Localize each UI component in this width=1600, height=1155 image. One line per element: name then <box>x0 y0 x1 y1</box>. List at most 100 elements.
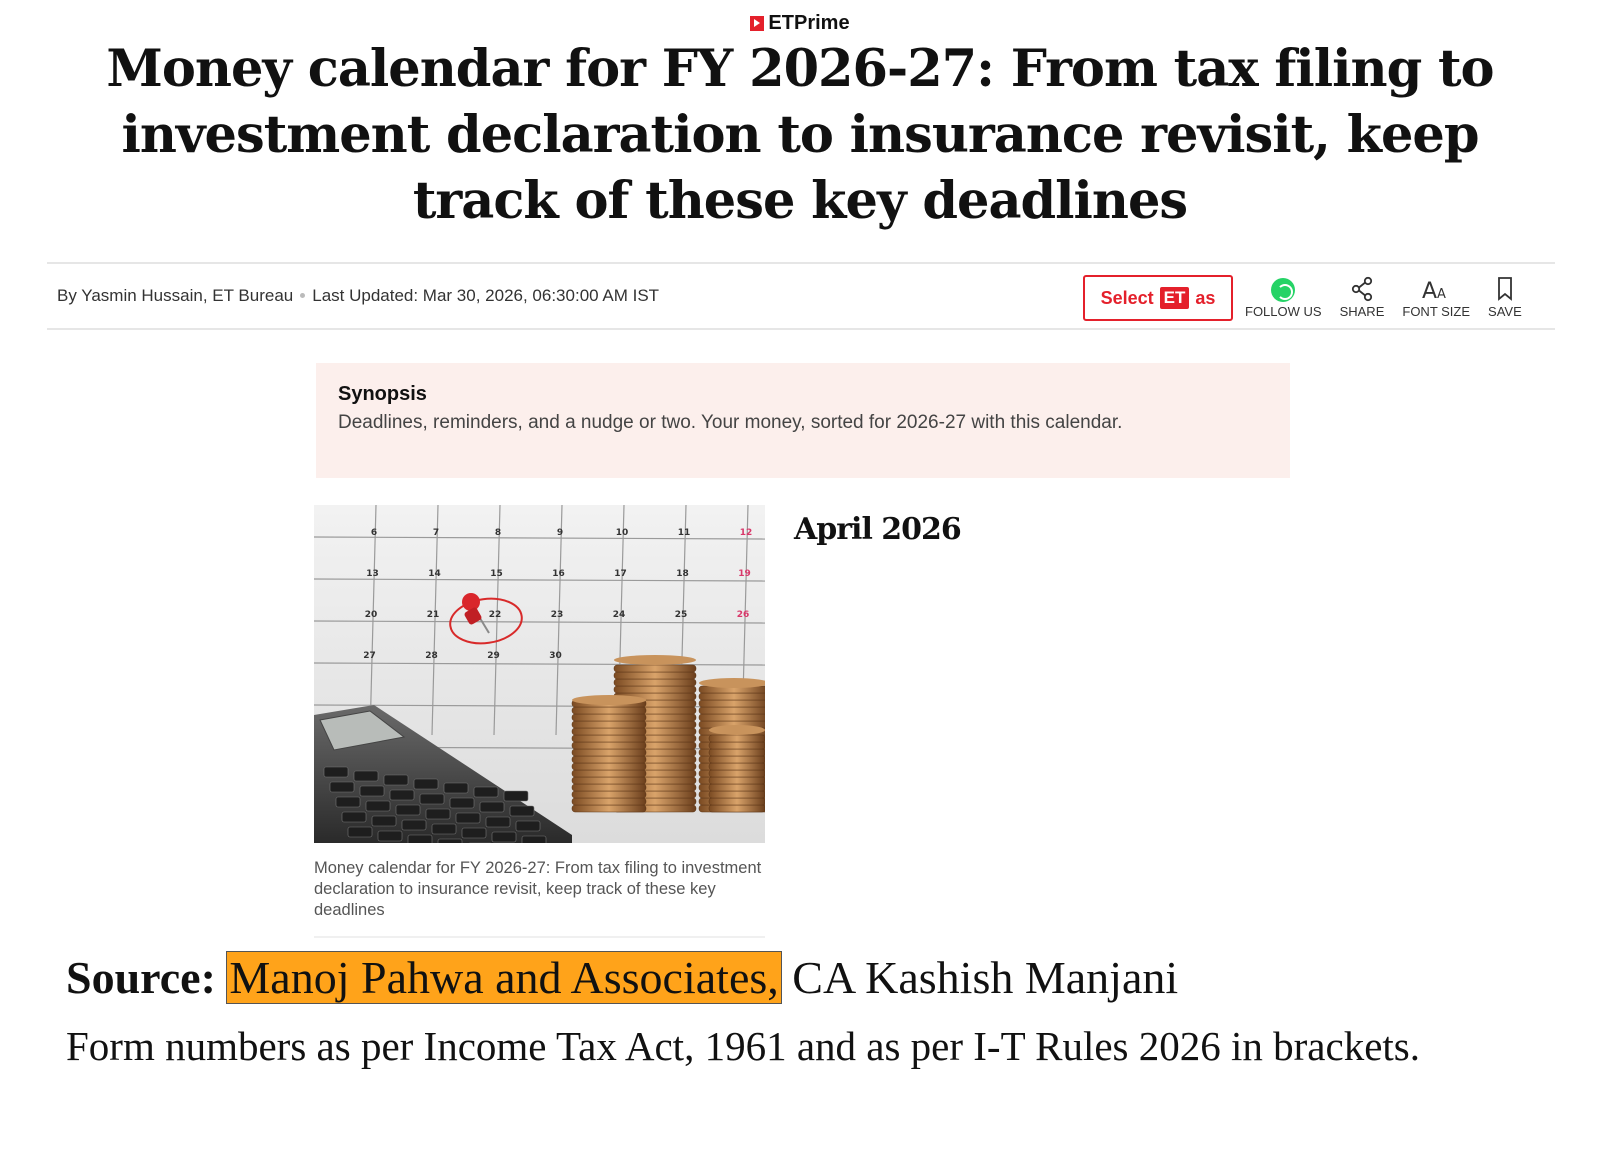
calculator-key <box>323 766 349 778</box>
coin <box>613 671 697 680</box>
calendar-day: 10 <box>616 528 629 538</box>
font-size-icon: A A <box>1421 270 1451 302</box>
select-suffix: as <box>1195 287 1216 308</box>
coin <box>571 762 647 771</box>
coin <box>571 720 647 729</box>
calculator-key <box>425 808 451 820</box>
follow-us-button[interactable]: FOLLOW US <box>1245 270 1322 319</box>
select-label: Select <box>1100 287 1154 308</box>
calculator-key <box>359 785 385 797</box>
calendar-day: 22 <box>489 610 502 620</box>
share-icon <box>1350 270 1374 302</box>
coin <box>571 769 647 778</box>
calendar-day: 11 <box>678 528 691 538</box>
synopsis-box: Synopsis Deadlines, reminders, and a nud… <box>316 363 1290 478</box>
calendar-day: 13 <box>366 569 379 579</box>
coin <box>613 664 697 673</box>
calculator-key <box>473 786 499 798</box>
calculator-key <box>407 834 433 843</box>
calculator-key <box>437 838 463 843</box>
calendar-day: 30 <box>549 651 562 661</box>
calendar-day: 8 <box>495 528 501 538</box>
coin <box>708 797 765 806</box>
coin <box>698 692 765 701</box>
whatsapp-icon <box>1271 278 1296 302</box>
coin <box>571 706 647 715</box>
coin <box>613 678 697 687</box>
save-label: SAVE <box>1488 304 1522 319</box>
coin <box>571 783 647 792</box>
source-highlight: Manoj Pahwa and Associates, <box>226 951 782 1004</box>
calculator-key <box>491 831 517 843</box>
calculator-key <box>389 789 415 801</box>
byline: By Yasmin Hussain, ET Bureau Last Updated… <box>57 286 659 306</box>
calculator-key <box>503 790 529 802</box>
coin <box>708 776 765 785</box>
coin <box>571 748 647 757</box>
font-size-button[interactable]: A A FONT SIZE <box>1402 270 1470 319</box>
calculator-key <box>449 797 475 809</box>
calendar-day: 19 <box>738 569 751 579</box>
calendar-day: 9 <box>557 528 563 538</box>
calendar-day: 21 <box>427 610 440 620</box>
coin <box>698 713 765 722</box>
synopsis-heading: Synopsis <box>338 383 427 405</box>
calendar-day: 20 <box>365 610 378 620</box>
calculator-key <box>419 793 445 805</box>
calendar-day: 16 <box>552 569 565 579</box>
calculator-key <box>521 835 547 843</box>
author[interactable]: By Yasmin Hussain, ET Bureau <box>57 286 293 305</box>
coin-top <box>614 655 696 665</box>
coin <box>571 727 647 736</box>
calendar-day: 14 <box>428 569 441 579</box>
coin <box>698 706 765 715</box>
calculator-key <box>341 811 367 823</box>
article-image: 6 7 8 9 10 11 12 13 14 15 16 17 18 19 20 21 22 23 24 25 26 27… <box>314 505 765 843</box>
last-updated: Last Updated: Mar 30, 2026, 06:30:00 AM … <box>312 286 660 305</box>
calendar-day: 17 <box>614 569 627 579</box>
source-line: Source: Manoj Pahwa and Associates, CA K… <box>66 950 1178 1006</box>
font-size-label: FONT SIZE <box>1402 304 1471 319</box>
article-title: Money calendar for FY 2026-27: From tax … <box>106 39 1494 231</box>
calculator-key <box>515 820 541 832</box>
coin <box>708 804 765 813</box>
coin <box>708 748 765 757</box>
article-meta-bar: By Yasmin Hussain, ET Bureau Last Updated… <box>47 262 1555 330</box>
coin <box>708 755 765 764</box>
etprime-logo-icon <box>750 16 765 31</box>
calculator-key <box>335 796 361 808</box>
calculator-key <box>383 774 409 786</box>
share-button[interactable]: SHARE <box>1340 270 1384 319</box>
calendar-day: 29 <box>487 651 500 661</box>
coin-top <box>572 695 646 705</box>
calculator-key <box>509 805 535 817</box>
calendar-day: 24 <box>613 610 626 620</box>
calculator-key <box>329 781 355 793</box>
form-numbers-note: Form numbers as per Income Tax Act, 1961… <box>66 1023 1421 1069</box>
coin <box>571 713 647 722</box>
select-et-preferred-source-button[interactable]: Select ET as <box>1083 275 1233 321</box>
image-caption: Money calendar for FY 2026-27: From tax … <box>314 859 762 919</box>
calculator-key <box>371 815 397 827</box>
calendar-day: 18 <box>676 569 689 579</box>
brand-logo[interactable]: ETPrime <box>750 12 850 35</box>
calendar-day: 27 <box>363 651 376 661</box>
save-button[interactable]: SAVE <box>1488 270 1522 319</box>
coin <box>708 741 765 750</box>
calendar-day: 28 <box>425 651 438 661</box>
coin <box>571 797 647 806</box>
separator-dot <box>300 292 306 298</box>
calculator-key <box>365 800 391 812</box>
et-badge: ET <box>1159 287 1190 309</box>
calendar-day: 15 <box>490 569 503 579</box>
coin <box>571 776 647 785</box>
follow-us-label: FOLLOW US <box>1245 304 1322 319</box>
source-rest: CA Kashish Manjani <box>780 952 1179 1003</box>
calculator-key <box>401 819 427 831</box>
calculator-key <box>395 804 421 816</box>
section-heading-month: April 2026 <box>794 512 962 547</box>
article-actions: FOLLOW US SHARE A A FONT SIZE SAVE <box>1245 270 1540 319</box>
coin <box>571 734 647 743</box>
calculator-key <box>455 812 481 824</box>
calculator-key <box>353 770 379 782</box>
